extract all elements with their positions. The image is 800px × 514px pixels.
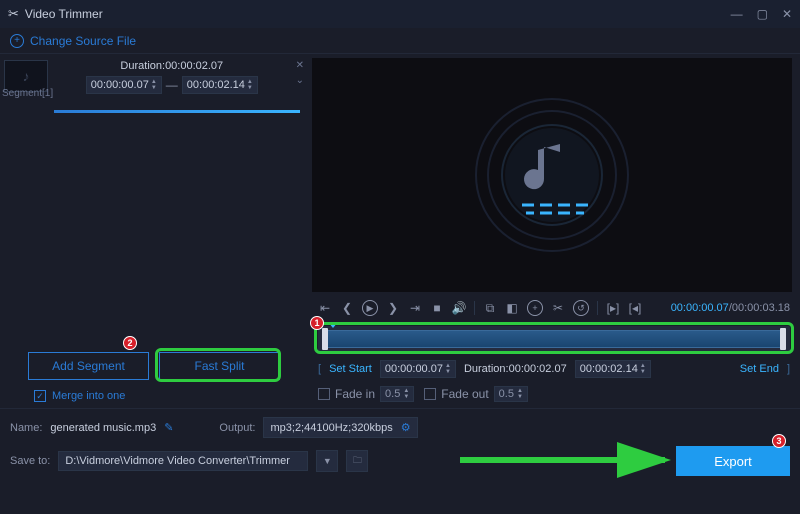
step-back-icon[interactable]: ❮	[340, 301, 354, 315]
output-format-box[interactable]: mp3;2;44100Hz;320kbps ⚙	[263, 417, 417, 438]
remove-segment-x[interactable]: ✕	[296, 60, 304, 71]
trim-handle-left[interactable]	[322, 328, 328, 350]
add-marker-button[interactable]: +	[527, 300, 543, 316]
minimize-button[interactable]: —	[731, 7, 743, 21]
set-end-button[interactable]: Set End	[740, 363, 779, 375]
plus-circle-icon[interactable]: +	[10, 34, 24, 48]
fade-out-value: 0.5	[499, 388, 514, 400]
spinner-icon[interactable]: ▲▼	[517, 388, 523, 400]
spinner-icon[interactable]: ▲▼	[445, 363, 451, 375]
footer-bar: Name: generated music.mp3 ✎ Output: mp3;…	[0, 408, 800, 484]
bracket-end-icon[interactable]: [◂]	[628, 301, 642, 315]
fast-split-button[interactable]: Fast Split	[159, 352, 280, 380]
trim-end-input[interactable]: 00:00:02.14 ▲▼	[575, 360, 651, 378]
skip-start-icon[interactable]: ⇤	[318, 301, 332, 315]
play-button[interactable]: ▶	[362, 300, 378, 316]
saveto-label: Save to:	[10, 455, 50, 467]
segment-label: Segment[1]	[2, 88, 308, 99]
source-bar: + Change Source File	[0, 28, 800, 54]
fade-out-label: Fade out	[441, 387, 488, 401]
trim-duration-value: 00:00:02.07	[509, 363, 567, 375]
marker-icon[interactable]: ◧	[505, 301, 519, 315]
snapshot-icon[interactable]: ⧉	[483, 301, 497, 316]
undo-button[interactable]: ↺	[573, 300, 589, 316]
path-dropdown-button[interactable]: ▼	[316, 450, 338, 472]
gear-icon[interactable]: ⚙	[401, 421, 411, 434]
timeline-selection[interactable]	[324, 330, 784, 348]
export-button[interactable]: Export	[676, 446, 790, 476]
trim-controls: [ Set Start 00:00:00.07 ▲▼ Duration:00:0…	[308, 356, 800, 382]
segment-duration: 00:00:02.07	[165, 60, 223, 72]
trim-start-value: 00:00:00.07	[385, 363, 443, 375]
file-name: generated music.mp3	[50, 422, 156, 434]
total-time: 00:00:03.18	[732, 302, 790, 314]
save-path-input[interactable]: D:\Vidmore\Vidmore Video Converter\Trimm…	[58, 451, 308, 471]
playhead-icon[interactable]	[328, 322, 338, 328]
titlebar: ✂ Video Trimmer — ▢ ✕	[0, 0, 800, 28]
fade-out-input[interactable]: 0.5 ▲▼	[494, 386, 528, 402]
segments-panel: ♪ Duration:00:00:02.07 00:00:00.07 ▲▼ — …	[0, 54, 308, 408]
fade-in-input[interactable]: 0.5 ▲▼	[380, 386, 414, 402]
callout-badge-2: 2	[123, 336, 137, 350]
cut-icon[interactable]: ✂	[551, 301, 565, 315]
spinner-icon[interactable]: ▲▼	[640, 363, 646, 375]
trim-handle-right[interactable]	[780, 328, 786, 350]
volume-icon[interactable]: 🔊	[452, 301, 466, 315]
step-fwd-icon[interactable]: ❯	[386, 301, 400, 315]
open-folder-button[interactable]: 🗀	[346, 450, 368, 472]
fade-in-checkbox[interactable]	[318, 388, 330, 400]
scissors-icon: ✂	[8, 6, 19, 22]
duration-prefix: Duration:	[120, 60, 165, 72]
skip-end-icon[interactable]: ⇥	[408, 301, 422, 315]
collapse-segment-caret[interactable]: ⌄	[296, 75, 304, 86]
audio-vinyl-icon	[472, 95, 632, 255]
timeline-track[interactable]	[318, 326, 790, 352]
app-title: Video Trimmer	[25, 7, 103, 21]
playback-controls: ⇤ ❮ ▶ ❯ ⇥ ■ 🔊 ⧉ ◧ + ✂ ↺ [▸] [◂] 00:00:00…	[308, 296, 800, 320]
merge-checkbox[interactable]: ✓	[34, 390, 46, 402]
time-readout: 00:00:00.07/00:00:03.18	[671, 302, 790, 314]
spinner-icon[interactable]: ▲▼	[403, 388, 409, 400]
name-label: Name:	[10, 422, 42, 434]
rename-icon[interactable]: ✎	[164, 421, 173, 434]
trim-duration-prefix: Duration:	[464, 363, 509, 375]
close-button[interactable]: ✕	[782, 7, 792, 21]
change-source-link[interactable]: Change Source File	[30, 34, 136, 48]
trim-start-input[interactable]: 00:00:00.07 ▲▼	[380, 360, 456, 378]
add-segment-button[interactable]: Add Segment	[28, 352, 149, 380]
bracket-start-icon[interactable]: [▸]	[606, 301, 620, 315]
fade-in-label: Fade in	[335, 387, 375, 401]
current-time: 00:00:00.07	[671, 302, 729, 314]
video-preview	[312, 58, 792, 292]
segment-mini-track[interactable]	[54, 105, 300, 119]
stop-icon[interactable]: ■	[430, 301, 444, 315]
output-format-value: mp3;2;44100Hz;320kbps	[270, 422, 392, 434]
output-label: Output:	[219, 422, 255, 434]
merge-label: Merge into one	[52, 390, 125, 402]
maximize-button[interactable]: ▢	[757, 7, 768, 21]
fade-out-checkbox[interactable]	[424, 388, 436, 400]
set-start-button[interactable]: Set Start	[329, 363, 372, 375]
trim-end-value: 00:00:02.14	[580, 363, 638, 375]
fade-in-value: 0.5	[385, 388, 400, 400]
preview-panel: ⇤ ❮ ▶ ❯ ⇥ ■ 🔊 ⧉ ◧ + ✂ ↺ [▸] [◂] 00:00:00…	[308, 54, 800, 408]
